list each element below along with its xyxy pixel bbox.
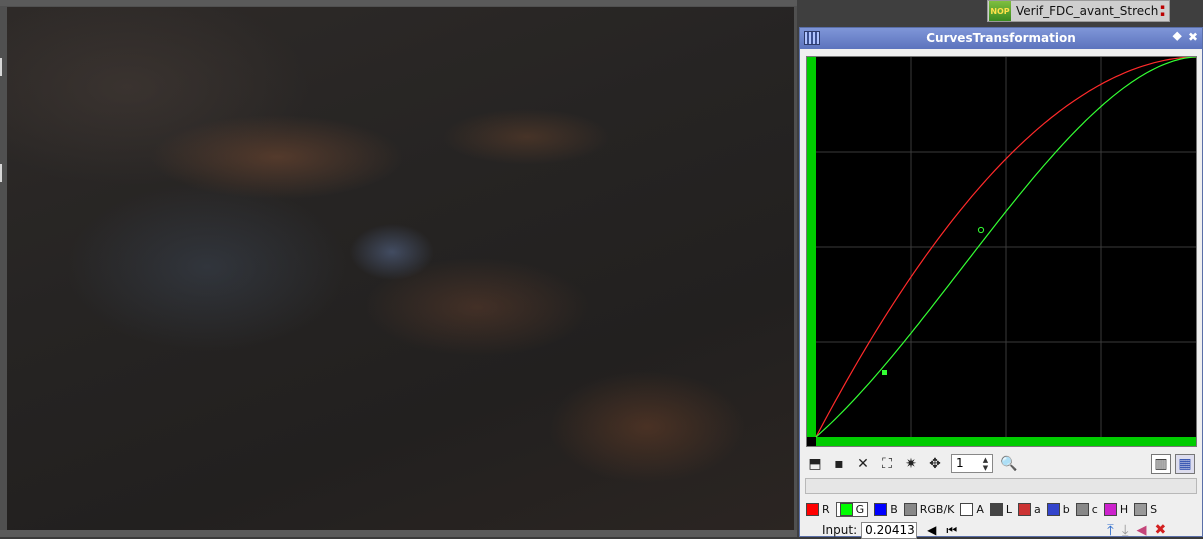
close-window-button[interactable]: ✖ [1188,30,1198,45]
channel-rgb-k[interactable]: RGB/K [903,502,955,516]
input-axis-bar [807,57,816,437]
viewer-edge-marker [0,58,2,76]
curve-graph[interactable] [807,57,1196,446]
previous-point-icon[interactable]: ◀ [927,523,936,537]
channel-r[interactable]: R [806,502,830,516]
channel-swatch-icon [806,502,819,516]
channel-g[interactable]: G [835,501,869,517]
restore-icon[interactable]: ⤒ [1107,521,1114,539]
input-field[interactable]: 0.20413 [861,521,918,539]
channel-swatch-icon [839,502,853,516]
input-row: Input: 0.20413 ◀ ⏮ ⤒ ⤓ ◀ ✖ [806,521,1198,539]
zoom-value: 1 [956,456,964,470]
nop-badge: NOP [989,1,1011,21]
channel-label: RGB/K [919,502,955,516]
shade-window-button[interactable]: ⯁ [1172,30,1182,45]
channel-label: R [822,502,830,516]
channel-a[interactable]: a [1018,502,1041,516]
channel-c[interactable]: c [1075,502,1098,516]
channel-b[interactable]: b [1046,502,1070,516]
channel-swatch-icon [989,502,1003,516]
curve-point-selected[interactable] [882,370,887,375]
channel-swatch-icon [1046,502,1060,516]
zoom-fit-icon[interactable]: ⛶ [877,454,897,474]
channel-label: c [1091,502,1098,516]
show-grid-icon[interactable]: ▦ [1175,454,1195,474]
channel-selector: R G B RGB/K A La b c H S [806,500,1198,518]
invert-icon[interactable]: ◀ [1136,523,1146,538]
zoom-icon[interactable]: 🔍 [999,454,1019,474]
window-title: CurvesTransformation [926,31,1076,45]
window-titlebar[interactable]: CurvesTransformation ⯁ ✖ [800,28,1202,49]
viewer-bottom-border [0,530,797,537]
channel-label: G [855,502,865,516]
curves-transformation-window: CurvesTransformation ⯁ ✖ ⬒ ▪ ✕ ⛶ ✷ ✥ 1 ▲… [799,27,1203,539]
channel-swatch-icon [960,502,974,516]
channel-a[interactable]: A [960,502,984,516]
process-icon[interactable]: NOP Verif_FDC_avant_Strech ▪ ▪ [987,0,1170,22]
channel-swatch-icon [1103,502,1117,516]
image-viewer[interactable] [0,0,797,537]
channel-swatch-icon [874,502,888,516]
zoom-out-icon[interactable]: ✷ [901,454,921,474]
delete-point-icon[interactable]: ✕ [853,454,873,474]
input-label: Input: [822,523,858,537]
download-icon[interactable]: ⤓ [1122,521,1129,539]
edit-point-icon[interactable]: ⬒ [805,454,825,474]
channel-label: a [1034,502,1041,516]
channel-l[interactable]: L [989,502,1013,516]
spin-up-icon[interactable]: ▲ [980,456,991,464]
channel-label: A [976,502,984,516]
curve-grid [816,57,1196,437]
process-icon-label: Verif_FDC_avant_Strech [1016,4,1159,18]
channel-label: H [1119,502,1129,516]
channel-label: S [1150,502,1158,516]
curve-editor[interactable] [806,56,1197,447]
channel-s[interactable]: S [1134,502,1158,516]
pan-icon[interactable]: ✥ [925,454,945,474]
select-point-icon[interactable]: ▪ [829,454,849,474]
first-point-icon[interactable]: ⏮ [946,523,957,538]
channel-label: L [1005,502,1013,516]
channel-label: B [890,502,898,516]
channel-swatch-icon [1075,502,1089,516]
curve-toolbar: ⬒ ▪ ✕ ⛶ ✷ ✥ 1 ▲ ▼ 🔍 ▥ ▦ [805,452,1197,476]
astro-image[interactable] [7,7,794,530]
viewer-edge-marker [0,164,2,182]
process-icon-handle-icon[interactable]: ▪ ▪ [1160,4,1165,18]
channel-b[interactable]: B [874,502,898,516]
spin-down-icon[interactable]: ▼ [980,464,991,472]
reset-icon[interactable]: ✖ [1154,522,1166,538]
output-axis-bar [816,437,1196,446]
channel-label: b [1062,502,1070,516]
channel-swatch-icon [1018,502,1032,516]
channel-swatch-icon [1134,502,1148,516]
channel-h[interactable]: H [1103,502,1129,516]
grid-mode-icon[interactable]: ▥ [1151,454,1171,474]
status-bar [805,478,1197,494]
viewer-top-border [0,0,797,6]
zoom-spinbox[interactable]: 1 ▲ ▼ [951,454,993,473]
channel-swatch-icon [903,502,917,516]
curve-point[interactable] [977,226,985,234]
